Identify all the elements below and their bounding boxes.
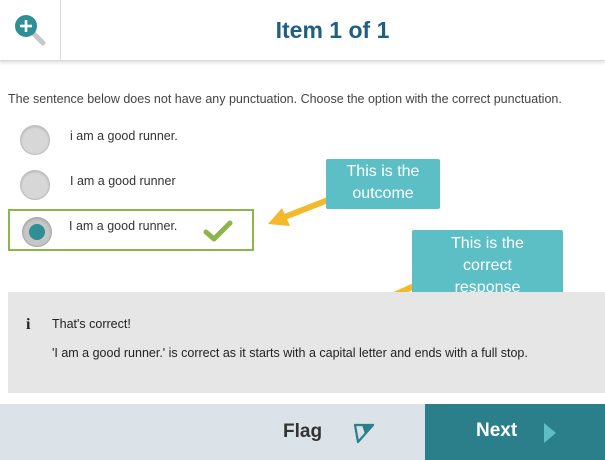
callout-text-line: outcome: [352, 185, 414, 202]
answer-option-2[interactable]: I am a good runner: [8, 170, 258, 202]
flag-label: Flag: [283, 421, 323, 442]
callout-outcome: This is the outcome: [326, 159, 440, 209]
callout-text-line: correct: [463, 257, 512, 274]
checkmark-icon: [203, 220, 233, 242]
page-title: Item 1 of 1: [275, 17, 390, 43]
header-bar: Item 1 of 1: [0, 0, 605, 61]
callout-text-line: This is the: [346, 163, 420, 180]
arrow-to-outcome: [268, 197, 331, 226]
zoom-in-icon[interactable]: [12, 12, 48, 48]
answer-option-1[interactable]: i am a good runner.: [8, 125, 258, 157]
radio-button[interactable]: [20, 170, 50, 200]
flag-icon: [353, 423, 375, 444]
radio-button-selected[interactable]: [22, 217, 52, 247]
chevron-right-icon: [544, 423, 556, 443]
info-icon: i: [26, 316, 31, 333]
question-prompt: The sentence below does not have any pun…: [8, 92, 562, 106]
zoom-control: [0, 0, 61, 60]
next-label: Next: [476, 420, 518, 441]
option-label: i am a good runner.: [70, 129, 178, 143]
callout-text-line: This is the: [451, 235, 524, 252]
option-label: I am a good runner: [70, 174, 176, 188]
option-label: I am a good runner.: [69, 219, 178, 233]
flag-button[interactable]: Flag: [260, 404, 410, 460]
answer-option-3[interactable]: I am a good runner.: [8, 209, 254, 251]
next-button[interactable]: Next: [425, 404, 605, 460]
callout-correct-response: This is the correct response: [412, 230, 563, 300]
feedback-panel: i That's correct! 'I am a good runner.' …: [8, 292, 605, 393]
feedback-body: 'I am a good runner.' is correct as it s…: [52, 346, 528, 360]
footer-bar: Flag Next: [0, 404, 605, 460]
feedback-title: That's correct!: [52, 317, 131, 331]
radio-button[interactable]: [20, 125, 50, 155]
radio-selected-dot: [29, 224, 45, 240]
